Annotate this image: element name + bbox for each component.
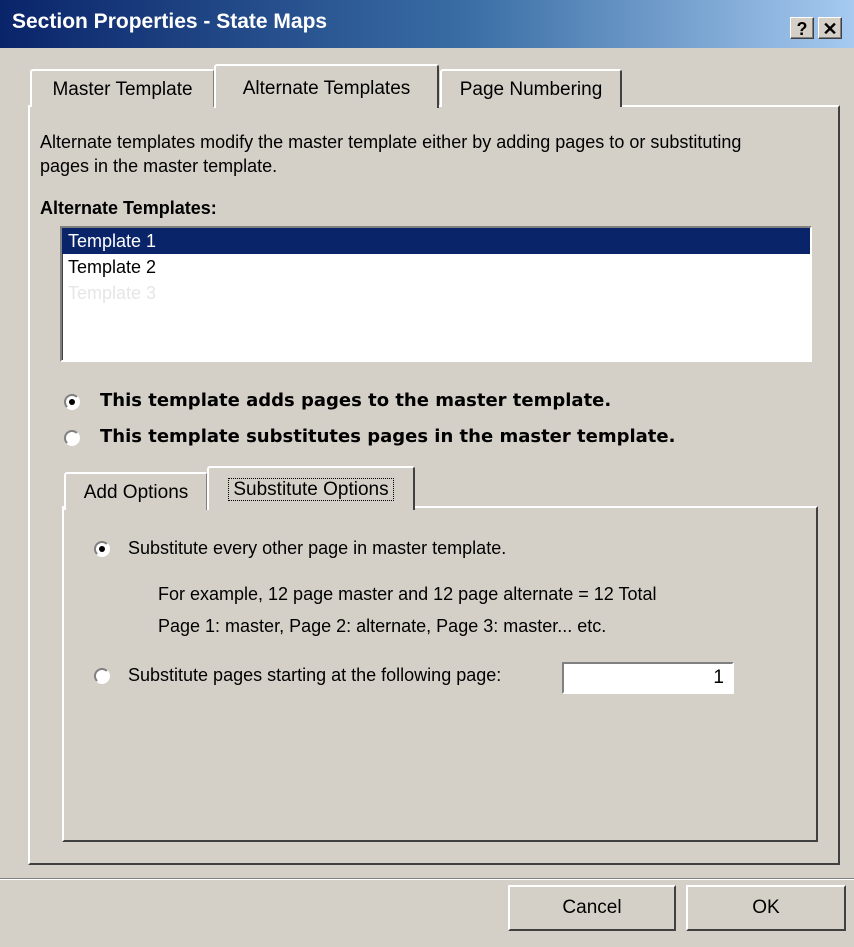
close-button[interactable]: ✕ — [818, 17, 842, 39]
tab-alternate-templates[interactable]: Alternate Templates — [214, 64, 439, 108]
tab-page-numbering[interactable]: Page Numbering — [440, 69, 622, 107]
list-item-template-3[interactable]: Template 3 — [62, 280, 810, 306]
help-button[interactable]: ? — [790, 17, 814, 39]
radio-selected-dot — [99, 546, 105, 552]
ok-button[interactable]: OK — [686, 885, 846, 931]
window-title: Section Properties - State Maps — [12, 10, 328, 33]
alternate-templates-list[interactable]: Template 1 Template 2 Template 3 — [60, 226, 812, 362]
radio-selected-dot — [69, 399, 75, 405]
close-icon: ✕ — [822, 19, 838, 39]
adds-pages-label: This template adds pages to the master t… — [100, 390, 612, 411]
radio-substitute-every-other[interactable] — [94, 541, 110, 557]
cancel-button[interactable]: Cancel — [508, 885, 676, 931]
list-item-template-1[interactable]: Template 1 — [62, 228, 810, 254]
separator — [0, 878, 854, 880]
starting-page-input[interactable]: 1 — [562, 662, 734, 694]
radio-substitutes-pages[interactable] — [64, 430, 80, 446]
description-text: Alternate templates modify the master te… — [40, 132, 742, 176]
tab-substitute-options[interactable]: Substitute Options — [207, 466, 415, 510]
tab-add-options[interactable]: Add Options — [64, 472, 208, 510]
tab-master-template[interactable]: Master Template — [30, 69, 215, 107]
substitutes-pages-label: This template substitutes pages in the m… — [100, 426, 676, 447]
alternate-templates-label: Alternate Templates: — [40, 198, 217, 218]
title-bar[interactable]: Section Properties - State Maps ? ✕ — [0, 0, 854, 48]
radio-adds-pages[interactable] — [64, 394, 80, 410]
example-line-2: Page 1: master, Page 2: alternate, Page … — [158, 616, 607, 636]
example-line-1: For example, 12 page master and 12 page … — [158, 584, 657, 604]
radio-substitute-starting[interactable] — [94, 668, 110, 684]
list-item-template-2[interactable]: Template 2 — [62, 254, 810, 280]
tab-substitute-options-label: Substitute Options — [228, 478, 394, 501]
substitute-every-other-label: Substitute every other page in master te… — [128, 538, 507, 558]
substitute-starting-label: Substitute pages starting at the followi… — [128, 665, 502, 685]
